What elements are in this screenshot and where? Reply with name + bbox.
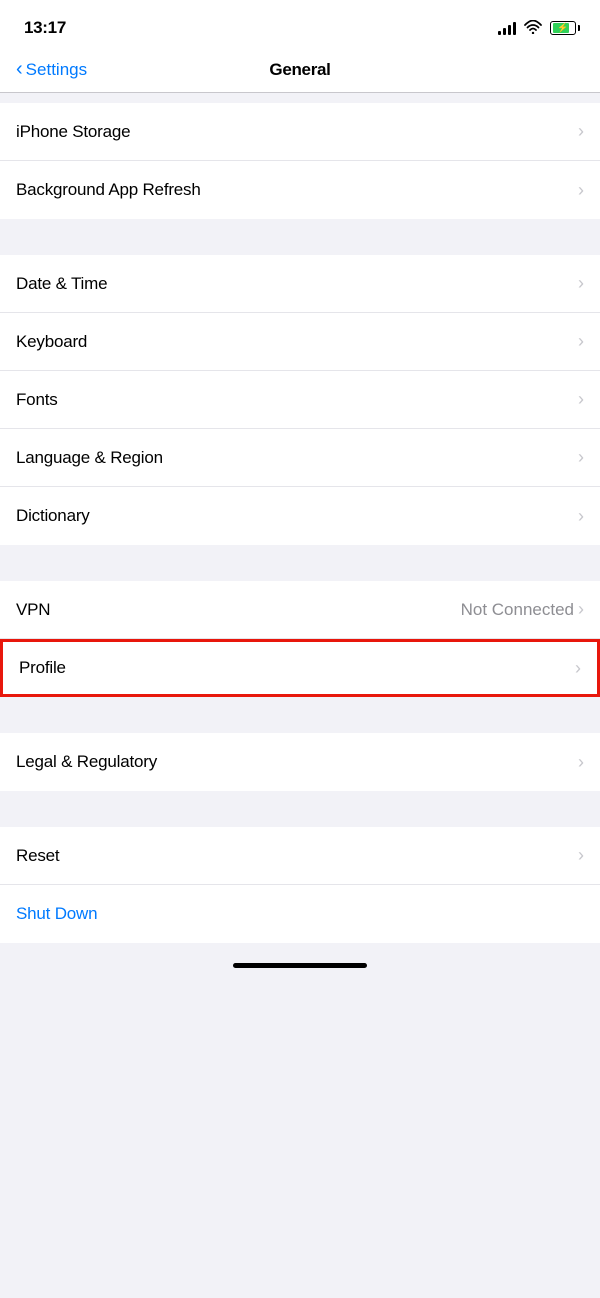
iphone-storage-label: iPhone Storage	[16, 122, 130, 142]
list-item-iphone-storage[interactable]: iPhone Storage ›	[0, 103, 600, 161]
vpn-right: Not Connected ›	[461, 599, 584, 620]
status-time: 13:17	[24, 18, 66, 38]
page-title: General	[269, 60, 330, 80]
list-item-keyboard[interactable]: Keyboard ›	[0, 313, 600, 371]
language-region-right: ›	[578, 447, 584, 468]
chevron-right-icon: ›	[575, 658, 581, 679]
chevron-right-icon: ›	[578, 599, 584, 620]
signal-icon	[498, 21, 516, 35]
keyboard-label: Keyboard	[16, 332, 87, 352]
list-item-date-time[interactable]: Date & Time ›	[0, 255, 600, 313]
section-datetime-keyboard: Date & Time › Keyboard › Fonts › Languag…	[0, 255, 600, 545]
reset-right: ›	[578, 845, 584, 866]
date-time-label: Date & Time	[16, 274, 107, 294]
background-app-refresh-right: ›	[578, 180, 584, 201]
dictionary-label: Dictionary	[16, 506, 90, 526]
home-bar	[233, 963, 367, 968]
chevron-right-icon: ›	[578, 752, 584, 773]
status-icons: ⚡	[498, 20, 576, 37]
chevron-right-icon: ›	[578, 331, 584, 352]
reset-label: Reset	[16, 846, 59, 866]
list-item-shut-down[interactable]: Shut Down	[0, 885, 600, 943]
shut-down-label: Shut Down	[16, 904, 97, 924]
list-item-profile[interactable]: Profile ›	[0, 639, 600, 697]
list-item-fonts[interactable]: Fonts ›	[0, 371, 600, 429]
background-app-refresh-label: Background App Refresh	[16, 180, 201, 200]
back-button[interactable]: ‹ Settings	[16, 59, 87, 81]
status-bar: 13:17 ⚡	[0, 0, 600, 50]
vpn-value: Not Connected	[461, 600, 574, 620]
section-gap-4	[0, 697, 600, 733]
list-item-dictionary[interactable]: Dictionary ›	[0, 487, 600, 545]
chevron-right-icon: ›	[578, 121, 584, 142]
chevron-right-icon: ›	[578, 845, 584, 866]
home-indicator	[0, 963, 600, 976]
chevron-right-icon: ›	[578, 447, 584, 468]
language-region-label: Language & Region	[16, 448, 163, 468]
legal-regulatory-label: Legal & Regulatory	[16, 752, 157, 772]
vpn-label: VPN	[16, 600, 50, 620]
section-gap-5	[0, 791, 600, 827]
legal-regulatory-right: ›	[578, 752, 584, 773]
fonts-right: ›	[578, 389, 584, 410]
wifi-icon	[524, 20, 542, 37]
section-reset-shutdown: Reset › Shut Down	[0, 827, 600, 943]
section-legal: Legal & Regulatory ›	[0, 733, 600, 791]
list-item-background-app-refresh[interactable]: Background App Refresh ›	[0, 161, 600, 219]
date-time-right: ›	[578, 273, 584, 294]
fonts-label: Fonts	[16, 390, 58, 410]
chevron-right-icon: ›	[578, 389, 584, 410]
chevron-right-icon: ›	[578, 180, 584, 201]
profile-right: ›	[575, 658, 581, 679]
keyboard-right: ›	[578, 331, 584, 352]
profile-label: Profile	[19, 658, 66, 678]
iphone-storage-right: ›	[578, 121, 584, 142]
chevron-right-icon: ›	[578, 506, 584, 527]
back-label: Settings	[26, 60, 87, 80]
list-item-language-region[interactable]: Language & Region ›	[0, 429, 600, 487]
list-item-vpn[interactable]: VPN Not Connected ›	[0, 581, 600, 639]
list-item-legal-regulatory[interactable]: Legal & Regulatory ›	[0, 733, 600, 791]
chevron-right-icon: ›	[578, 273, 584, 294]
list-item-reset[interactable]: Reset ›	[0, 827, 600, 885]
battery-icon: ⚡	[550, 21, 576, 35]
dictionary-right: ›	[578, 506, 584, 527]
section-gap-3	[0, 545, 600, 581]
section-gap-2	[0, 219, 600, 255]
section-storage-refresh: iPhone Storage › Background App Refresh …	[0, 103, 600, 219]
section-gap-1	[0, 93, 600, 103]
nav-bar: ‹ Settings General	[0, 50, 600, 93]
back-chevron-icon: ‹	[16, 58, 23, 81]
section-vpn: VPN Not Connected ›	[0, 581, 600, 639]
